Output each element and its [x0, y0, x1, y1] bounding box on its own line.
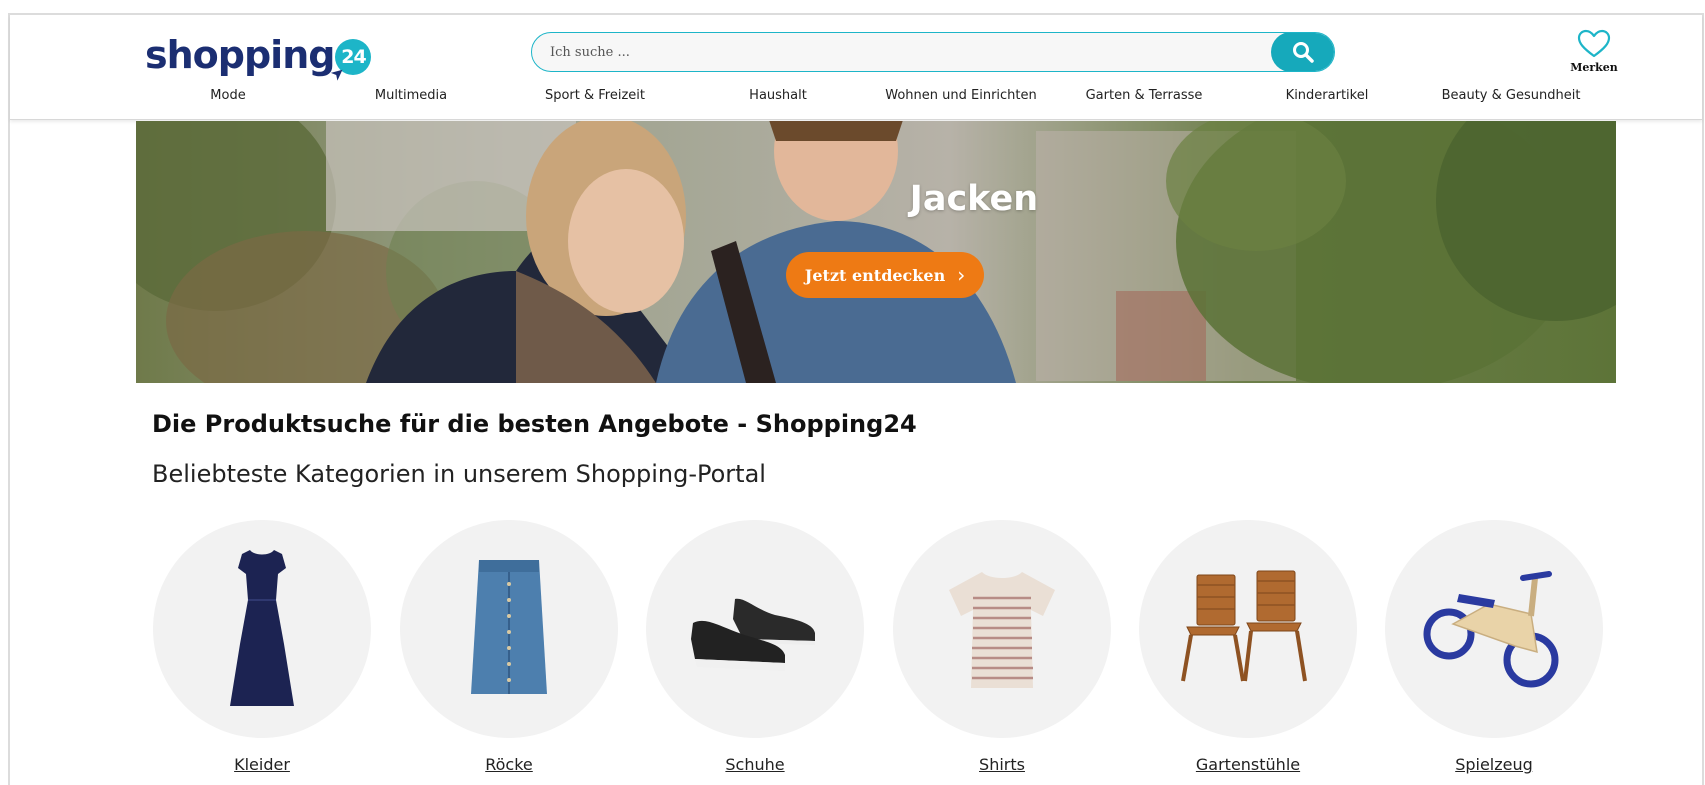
hero-title: Jacken — [909, 179, 1039, 219]
category-image — [1385, 520, 1603, 738]
category-tile-gartenstuehle[interactable]: Gartenstühle — [1138, 520, 1358, 774]
nav-item-garten-terrasse[interactable]: Garten & Terrasse — [1086, 88, 1203, 103]
nav-item-beauty-gesundheit[interactable]: Beauty & Gesundheit — [1442, 88, 1581, 103]
nav-item-multimedia[interactable]: Multimedia — [375, 88, 447, 103]
category-label: Kleider — [234, 755, 290, 774]
shopping24-logo[interactable]: shopping 24 ➤ — [145, 27, 372, 85]
sneakers-icon — [691, 598, 815, 671]
category-nav: Mode Multimedia Sport & Freizeit Haushal… — [10, 88, 1702, 112]
category-label: Gartenstühle — [1195, 755, 1301, 774]
category-tile-schuhe[interactable]: Schuhe — [645, 520, 865, 774]
nav-item-kinderartikel[interactable]: Kinderartikel — [1286, 88, 1369, 103]
chevron-right-icon: › — [957, 263, 966, 287]
category-image — [153, 520, 371, 738]
search-bar — [531, 32, 1335, 72]
category-tile-roecke[interactable]: Röcke — [399, 520, 619, 774]
category-image — [1139, 520, 1357, 738]
heart-icon — [1577, 29, 1611, 58]
dress-icon — [230, 550, 294, 706]
balance-bike-icon — [1423, 571, 1559, 688]
wishlist-button[interactable]: Merken — [1568, 29, 1620, 74]
category-image — [646, 520, 864, 738]
category-label: Röcke — [485, 755, 533, 774]
nav-item-wohnen-einrichten[interactable]: Wohnen und Einrichten — [885, 88, 1037, 103]
garden-chairs-icon — [1181, 570, 1307, 682]
category-image — [893, 520, 1111, 738]
skirt-icon — [471, 560, 547, 694]
search-button[interactable] — [1271, 33, 1334, 71]
page-frame: shopping 24 ➤ Merken Mode Multimedi — [8, 13, 1704, 785]
category-tile-spielzeug[interactable]: Spielzeug — [1384, 520, 1604, 774]
section-subtitle: Beliebteste Kategorien in unserem Shoppi… — [152, 460, 766, 488]
category-image — [400, 520, 618, 738]
nav-item-sport-freizeit[interactable]: Sport & Freizeit — [545, 88, 645, 103]
category-label: Shirts — [979, 755, 1025, 774]
category-tiles: Kleider Röcke Schuhe Shirts Gartenstühle… — [10, 520, 1702, 785]
hero-cta-label: Jetzt entdecken — [804, 265, 946, 285]
shirt-icon — [949, 572, 1055, 688]
page-title: Die Produktsuche für die besten Angebote… — [152, 410, 917, 438]
search-input[interactable] — [532, 33, 1262, 71]
hero-cta-button[interactable]: Jetzt entdecken › — [786, 252, 984, 298]
wishlist-label: Merken — [1570, 61, 1618, 74]
logo-badge: 24 ➤ — [327, 39, 372, 85]
category-label: Schuhe — [725, 755, 785, 774]
site-header: shopping 24 ➤ Merken Mode Multimedi — [10, 15, 1702, 120]
nav-item-haushalt[interactable]: Haushalt — [749, 88, 807, 103]
logo-badge-number: 24 — [341, 46, 366, 68]
logo-wordmark: shopping — [145, 33, 335, 77]
search-icon — [1293, 42, 1314, 63]
category-label: Spielzeug — [1455, 755, 1533, 774]
nav-item-mode[interactable]: Mode — [210, 88, 245, 103]
category-tile-kleider[interactable]: Kleider — [152, 520, 372, 774]
category-tile-shirts[interactable]: Shirts — [892, 520, 1112, 774]
hero-banner[interactable]: Jacken Jetzt entdecken › — [136, 121, 1616, 383]
